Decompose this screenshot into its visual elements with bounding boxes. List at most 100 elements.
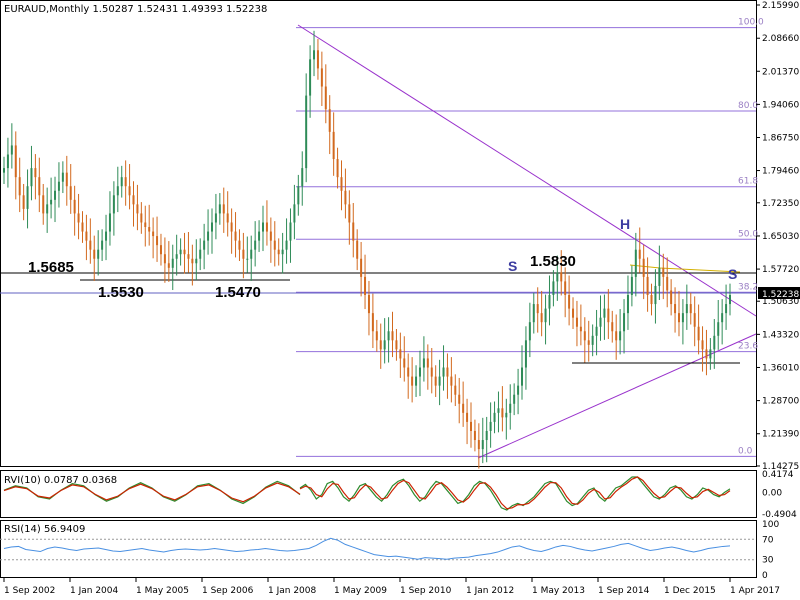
y-tick-label: 1.36010 [762, 363, 799, 373]
rsi-y-label: 30 [762, 556, 774, 566]
candle-body [379, 340, 382, 350]
candle-body [677, 313, 680, 323]
candle-body [348, 204, 351, 223]
candle-body [112, 195, 115, 214]
candle-body [97, 249, 100, 259]
candle-body [595, 326, 598, 336]
candle-body [434, 376, 437, 386]
candle-body [599, 317, 602, 327]
candle-body [505, 412, 508, 418]
left-shoulder-label: S [508, 258, 517, 274]
candle-body [383, 340, 386, 350]
candle-body [328, 109, 331, 132]
candle-body [262, 222, 265, 232]
candles [3, 30, 731, 469]
candle-body [548, 295, 551, 309]
x-tick-label: 1 Sep 2002 [4, 586, 55, 596]
candle-body [564, 281, 567, 296]
candle-body [250, 249, 253, 259]
x-tick-label: 1 Sep 2010 [400, 586, 452, 596]
candle-body [681, 313, 684, 323]
rsi-header: RSI(14) 56.9409 [4, 524, 85, 535]
candle-body [324, 86, 327, 110]
candle-body [693, 313, 696, 327]
candle-body [38, 177, 41, 196]
candle-body [646, 276, 649, 296]
candle-body [634, 249, 637, 277]
candle-body [128, 186, 131, 196]
candle-body [623, 313, 626, 332]
candle-body [721, 313, 724, 323]
y-tick-label: 1.94060 [762, 100, 799, 110]
candle-body [171, 258, 174, 268]
fib-label: 80.0 [738, 101, 758, 111]
candle-body [316, 50, 319, 69]
chart-svg: 100.0 80.0 61.8 50.0 38.2 23.6 0.0 2.15990 2.08… [0, 0, 800, 596]
candle-body [438, 376, 441, 386]
candle-body [69, 186, 72, 200]
candle-body [285, 240, 288, 250]
candle-body [301, 168, 304, 187]
candle-body [701, 340, 704, 350]
label-1-5685: 1.5685 [28, 259, 74, 276]
y-tick-label: 1.72350 [762, 199, 799, 209]
candle-body [54, 190, 57, 200]
candle-body [485, 430, 488, 441]
candle-body [277, 249, 280, 255]
candle-body [159, 245, 162, 255]
candle-body [183, 249, 186, 255]
fib-label: 100.0 [738, 18, 764, 28]
candle-body [705, 349, 708, 359]
candle-body [583, 331, 586, 341]
candle-body [254, 240, 257, 250]
candle-body [46, 204, 49, 214]
rsi-y-label: 0 [762, 571, 768, 581]
candle-body [148, 227, 151, 232]
candle-body [630, 276, 633, 296]
candle-body [556, 272, 559, 282]
candle-body [6, 154, 9, 169]
candle-body [10, 145, 13, 155]
candle-body [481, 440, 484, 450]
candle-body [725, 304, 728, 314]
candle-body [191, 258, 194, 264]
candle-body [399, 349, 402, 359]
x-tick-label: 1 Apr 2017 [730, 586, 780, 596]
candle-body [521, 367, 524, 386]
candle-body [670, 290, 673, 305]
candle-body [65, 172, 68, 187]
candle-body [517, 385, 520, 395]
candle-body [132, 195, 135, 205]
x-tick-label: 1 May 2009 [334, 586, 387, 596]
y-tick-label: 2.08660 [762, 34, 799, 44]
candle-body [22, 195, 25, 209]
candle-body [654, 285, 657, 305]
candle-body [469, 421, 472, 431]
rvi-header: RVI(10) 0.0787 0.0368 [4, 475, 117, 486]
right-shoulder-label: S [728, 266, 737, 282]
x-tick-label: 1 Jan 2004 [70, 586, 118, 596]
candle-body [607, 308, 610, 323]
candle-body [105, 231, 108, 241]
candle-body [73, 199, 76, 214]
candle-body [603, 308, 606, 318]
candle-body [560, 272, 563, 282]
candle-body [638, 249, 641, 259]
candle-body [626, 295, 629, 314]
label-1-5530: 1.5530 [98, 284, 144, 301]
y-tick-label: 1.86750 [762, 134, 799, 144]
candle-body [375, 331, 378, 341]
fib-label: 0.0 [738, 446, 753, 456]
candle-body [544, 308, 547, 323]
candle-body [207, 231, 210, 241]
candle-body [391, 331, 394, 341]
candle-body [305, 95, 308, 169]
candle-body [140, 213, 143, 223]
candle-body [662, 267, 665, 277]
rsi-lines [0, 537, 756, 561]
candle-body [246, 258, 249, 260]
candle-body [195, 258, 198, 264]
label-1-5830: 1.5830 [530, 253, 576, 270]
candle-body [360, 258, 363, 277]
descending-trendline [297, 24, 757, 317]
